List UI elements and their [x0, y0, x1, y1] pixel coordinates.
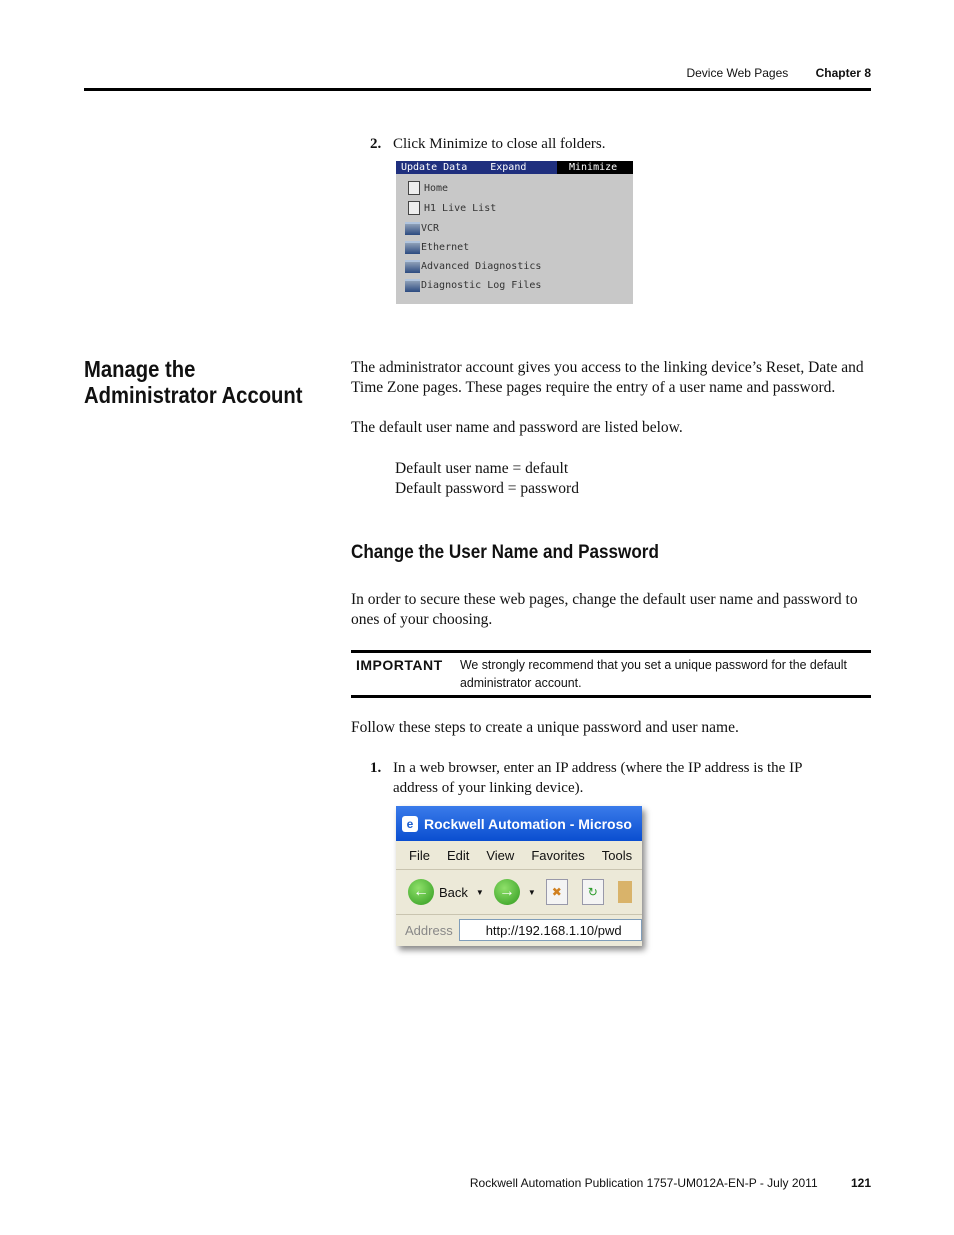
publication-info: Rockwell Automation Publication 1757-UM0…: [469, 1176, 818, 1190]
menu-screenshot: Update Data Expand Minimize Home H1 Live…: [396, 161, 633, 304]
section-intro: The administrator account gives you acce…: [351, 359, 864, 396]
tree-item-h1-live-list[interactable]: H1 Live List: [408, 201, 496, 215]
browser-title-bar: e Rockwell Automation - Microso: [396, 806, 642, 841]
menu-file[interactable]: File: [409, 848, 430, 863]
step-text: Click Minimize to close all folders.: [393, 136, 606, 152]
section-title: Manage the Administrator Account: [84, 356, 303, 408]
important-label: IMPORTANT: [356, 657, 443, 673]
expand-tab[interactable]: Expand: [485, 161, 526, 174]
address-label: Address: [405, 922, 453, 938]
document-icon: [408, 201, 420, 215]
ie-logo-icon: e: [402, 815, 418, 832]
tree-item-home[interactable]: Home: [408, 181, 448, 195]
back-arrow-icon[interactable]: ←: [408, 879, 434, 905]
menu-view[interactable]: View: [486, 848, 514, 863]
menu-edit[interactable]: Edit: [447, 848, 469, 863]
browser-menu-bar: File Edit View Favorites Tools: [396, 841, 642, 870]
browser-title: Rockwell Automation - Microso: [424, 815, 632, 832]
minimize-tab[interactable]: Minimize: [557, 161, 633, 174]
folder-icon: [405, 241, 420, 254]
step-number: 1.: [370, 760, 382, 776]
page-number: 121: [850, 1176, 871, 1190]
step-number: 2.: [370, 136, 382, 152]
back-button-label[interactable]: Back: [439, 885, 468, 900]
header-section: Device Web Pages: [686, 66, 789, 80]
header-chapter: Chapter 8: [815, 66, 871, 80]
update-data-tab[interactable]: Update Data: [396, 161, 467, 174]
browser-screenshot: e Rockwell Automation - Microso File Edi…: [396, 806, 642, 946]
default-user: Default user name = default: [395, 460, 569, 477]
folder-icon: [405, 279, 420, 292]
default-password: Default password = password: [395, 480, 579, 497]
stop-icon[interactable]: ✖: [545, 879, 568, 905]
tree-item-diagnostic-log-files[interactable]: Diagnostic Log Files: [405, 279, 541, 292]
subsection-intro: In order to secure these web pages, chan…: [351, 591, 858, 628]
header-rule: [84, 88, 871, 91]
back-dropdown-icon[interactable]: ▼: [476, 888, 484, 897]
home-icon[interactable]: [617, 881, 632, 903]
folder-icon: [405, 260, 420, 273]
running-header: Device Web Pages Chapter 8: [0, 66, 871, 80]
step-1: 1. In a web browser, enter an IP address …: [370, 758, 840, 798]
address-bar: Address http://192.168.1.10/pwd: [396, 915, 642, 945]
tree-item-ethernet[interactable]: Ethernet: [405, 241, 469, 254]
document-page: Device Web Pages Chapter 8 2. Click Minim…: [0, 0, 954, 1235]
page-footer: Rockwell Automation Publication 1757-UM0…: [0, 1176, 871, 1190]
forward-arrow-icon[interactable]: →: [493, 879, 520, 905]
menu-tools[interactable]: Tools: [602, 848, 632, 863]
browser-toolbar: ← Back ▼ → ▼ ✖ ↻: [396, 870, 642, 915]
subsection-title: Change the User Name and Password: [351, 542, 659, 563]
defaults-intro: The default user name and password are l…: [351, 419, 683, 436]
steps-intro: Follow these steps to create a unique pa…: [351, 719, 739, 736]
menu-bar: Update Data Expand Minimize: [396, 161, 633, 174]
forward-dropdown-icon[interactable]: ▼: [528, 888, 536, 897]
tree-item-vcr[interactable]: VCR: [405, 222, 439, 235]
refresh-icon[interactable]: ↻: [581, 879, 604, 905]
step-text: In a web browser, enter an IP address (w…: [393, 760, 802, 796]
document-icon: [408, 181, 420, 195]
address-input[interactable]: http://192.168.1.10/pwd: [458, 919, 642, 941]
important-text: We strongly recommend that you set a uni…: [460, 657, 847, 690]
step-2: 2. Click Minimize to close all folders.: [370, 136, 605, 153]
tree-item-advanced-diagnostics[interactable]: Advanced Diagnostics: [405, 260, 541, 273]
folder-icon: [405, 222, 420, 235]
important-note: IMPORTANT We strongly recommend that you…: [351, 650, 871, 698]
menu-favorites[interactable]: Favorites: [531, 848, 584, 863]
